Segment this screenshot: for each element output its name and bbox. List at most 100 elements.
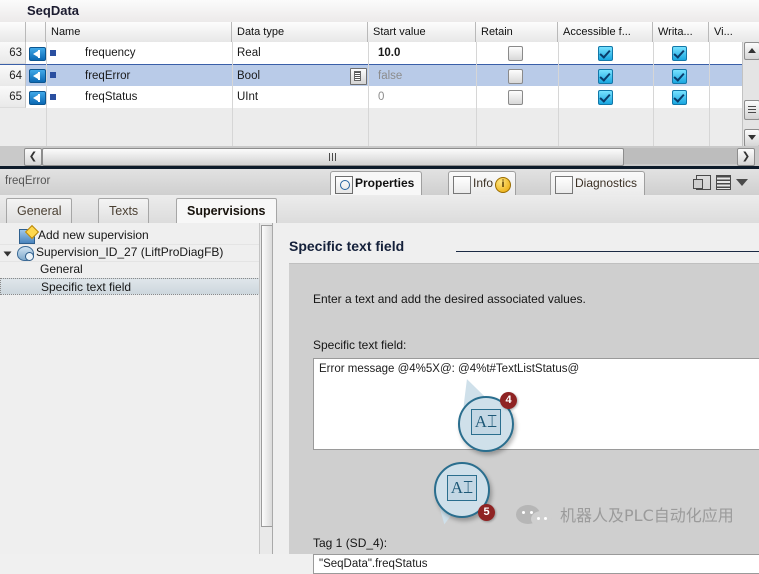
checkbox-retain[interactable]: [508, 90, 523, 105]
tree-item-label: Supervision_ID_27 (LiftProDiagFB): [36, 245, 224, 259]
column-divider: [653, 42, 654, 146]
tree-item-specific-text-field[interactable]: Specific text field: [0, 278, 264, 295]
checkbox-writable[interactable]: [672, 90, 687, 105]
col-header-datatype[interactable]: Data type: [232, 22, 368, 42]
callout-bubble-5: A⌶ 5: [428, 462, 496, 528]
property-subtab-strip: General Texts Supervisions: [0, 195, 759, 224]
col-header-name[interactable]: Name: [46, 22, 232, 42]
cell-startvalue[interactable]: 10.0: [373, 42, 476, 64]
tab-diagnostics-label: Diagnostics: [575, 176, 638, 190]
checkbox-retain[interactable]: [508, 69, 523, 84]
ai-text-glyph: A⌶: [471, 409, 501, 435]
scroll-thumb-vertical[interactable]: [744, 100, 759, 120]
tree-item-label: Add new supervision: [38, 228, 149, 242]
col-header-startvalue[interactable]: Start value: [368, 22, 476, 42]
list-view-icon[interactable]: [716, 175, 731, 190]
table-row[interactable]: 63 frequency Real 10.0: [0, 42, 743, 65]
instruction-text: Enter a text and add the desired associa…: [313, 292, 586, 306]
tab-properties-label: Properties: [355, 176, 415, 190]
scope-marker-icon: [50, 50, 56, 56]
checkbox-writable[interactable]: [672, 46, 687, 61]
scope-marker-icon: [50, 72, 56, 78]
cell-datatype[interactable]: UInt: [232, 86, 368, 108]
table-vertical-scrollbar[interactable]: [742, 42, 759, 147]
cell-name[interactable]: freqStatus: [80, 86, 232, 108]
scroll-track-horizontal[interactable]: [42, 148, 737, 166]
tab-supervisions[interactable]: Supervisions: [176, 198, 277, 223]
scroll-thumb-horizontal[interactable]: [42, 148, 624, 166]
table-row[interactable]: 64 freqError Bool false: [0, 64, 743, 88]
column-divider: [232, 42, 233, 146]
cell-startvalue[interactable]: 0: [373, 86, 476, 108]
tab-diagnostics[interactable]: Diagnostics: [550, 171, 646, 195]
scroll-thumb-vertical[interactable]: [261, 225, 272, 527]
table-row[interactable]: 65 freqStatus UInt 0: [0, 86, 743, 109]
properties-bar: freqError Properties Info i Diagnostics: [0, 169, 759, 196]
specific-text-field-label: Specific text field:: [313, 338, 407, 352]
checkbox-accessible[interactable]: [598, 69, 613, 84]
chevron-down-icon[interactable]: [736, 179, 748, 186]
cell-name[interactable]: frequency: [80, 42, 232, 64]
chevron-down-icon[interactable]: [3, 251, 12, 257]
checkbox-writable[interactable]: [672, 69, 687, 84]
wechat-icon: [516, 505, 554, 527]
panel-window-buttons: [693, 175, 754, 190]
tree-item-general[interactable]: General: [0, 261, 264, 279]
watermark: 机器人及PLC自动化应用: [516, 500, 756, 528]
tree-vertical-scrollbar[interactable]: [259, 223, 272, 554]
col-header-accessible[interactable]: Accessible f...: [558, 22, 653, 42]
table-row-empty[interactable]: [0, 108, 743, 131]
datatype-dropdown-button[interactable]: [350, 68, 367, 85]
checkbox-accessible[interactable]: [598, 46, 613, 61]
tab-properties[interactable]: Properties: [330, 171, 423, 195]
properties-icon: [335, 176, 353, 194]
info-icon: [453, 176, 471, 194]
tab-info[interactable]: Info i: [448, 171, 517, 195]
col-header-writable[interactable]: Writa...: [653, 22, 709, 42]
table-header-row: Name Data type Start value Retain Access…: [0, 22, 759, 43]
tree-item-label: Specific text field: [41, 280, 132, 294]
checkbox-retain[interactable]: [508, 46, 523, 61]
col-header-visible[interactable]: Vi...: [709, 22, 759, 42]
column-divider: [46, 42, 47, 146]
specific-text-field-value: Error message @4%5X@: @4%t#TextListStatu…: [319, 363, 580, 375]
column-divider: [709, 42, 710, 146]
row-number: 65: [0, 86, 26, 108]
tree-item-add-new-supervision[interactable]: Add new supervision: [0, 227, 264, 245]
restore-icon[interactable]: [693, 175, 711, 190]
add-new-icon: [19, 229, 35, 244]
tag-1-input[interactable]: "SeqData".freqStatus: [313, 554, 759, 574]
db-member-icon: [29, 47, 46, 61]
col-header-rownum[interactable]: [0, 22, 26, 42]
col-header-retain[interactable]: Retain: [476, 22, 558, 42]
scroll-left-button[interactable]: ❮: [24, 148, 42, 166]
tab-info-label: Info: [473, 176, 494, 190]
column-divider: [558, 42, 559, 146]
col-header-icon[interactable]: [26, 22, 46, 42]
checkbox-accessible[interactable]: [598, 90, 613, 105]
scroll-right-button[interactable]: ❯: [737, 148, 755, 166]
cell-name[interactable]: freqError: [80, 65, 232, 87]
table-row-empty[interactable]: [0, 130, 743, 146]
watermark-text: 机器人及PLC自动化应用: [560, 506, 734, 525]
tab-texts[interactable]: Texts: [98, 198, 150, 223]
db-member-icon: [29, 91, 46, 105]
cell-datatype[interactable]: Real: [232, 42, 368, 64]
info-badge: i: [495, 177, 512, 193]
tree-item-supervision-id-27[interactable]: Supervision_ID_27 (LiftProDiagFB): [0, 244, 264, 262]
tab-general[interactable]: General: [6, 198, 73, 223]
diagnostics-icon: [555, 176, 573, 194]
specific-text-field-input[interactable]: Error message @4%5X@: @4%t#TextListStatu…: [313, 358, 759, 450]
table-horizontal-scrollbar[interactable]: ❮ ❯: [0, 146, 759, 166]
table-body: 63 frequency Real 10.0 64 freqError Bool…: [0, 42, 743, 146]
tag-1-value: "SeqData".freqStatus: [319, 558, 428, 570]
cell-datatype[interactable]: Bool: [232, 65, 342, 87]
cell-startvalue[interactable]: false: [373, 65, 476, 87]
tree-item-label: General: [40, 262, 83, 276]
db-title-bar: SeqData: [0, 0, 759, 23]
scroll-down-button[interactable]: [744, 129, 759, 147]
row-number: 64: [0, 65, 26, 87]
scroll-up-button[interactable]: [744, 42, 759, 60]
supervision-tree: Add new supervision Supervision_ID_27 (L…: [0, 223, 273, 554]
column-divider: [476, 42, 477, 146]
